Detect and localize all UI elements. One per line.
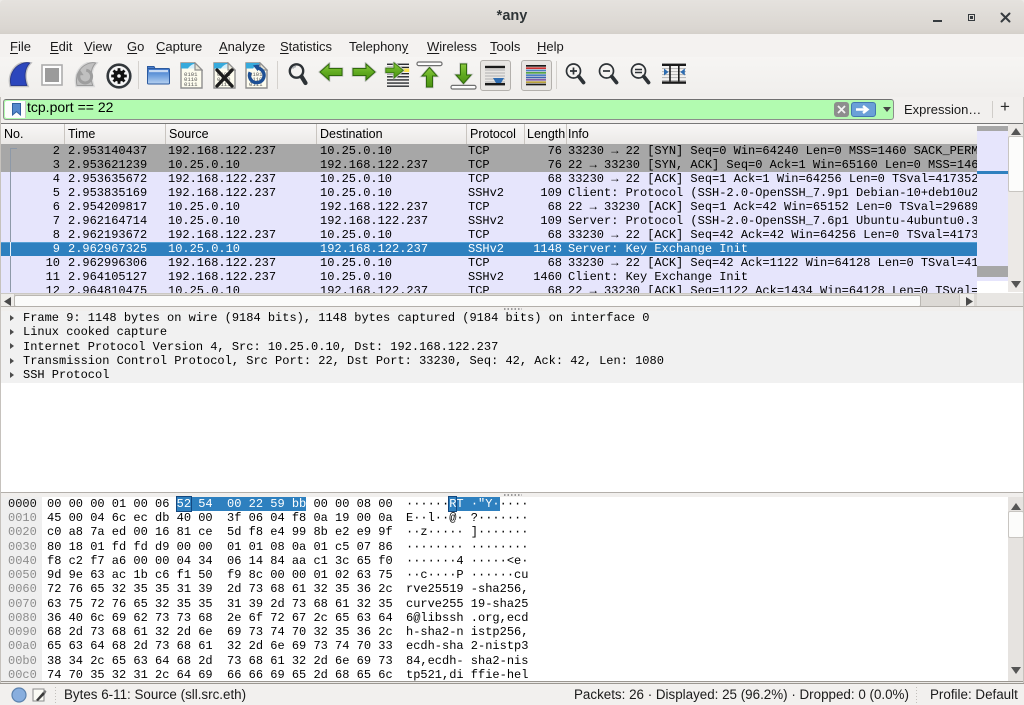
svg-text:0111: 0111 (184, 81, 198, 88)
